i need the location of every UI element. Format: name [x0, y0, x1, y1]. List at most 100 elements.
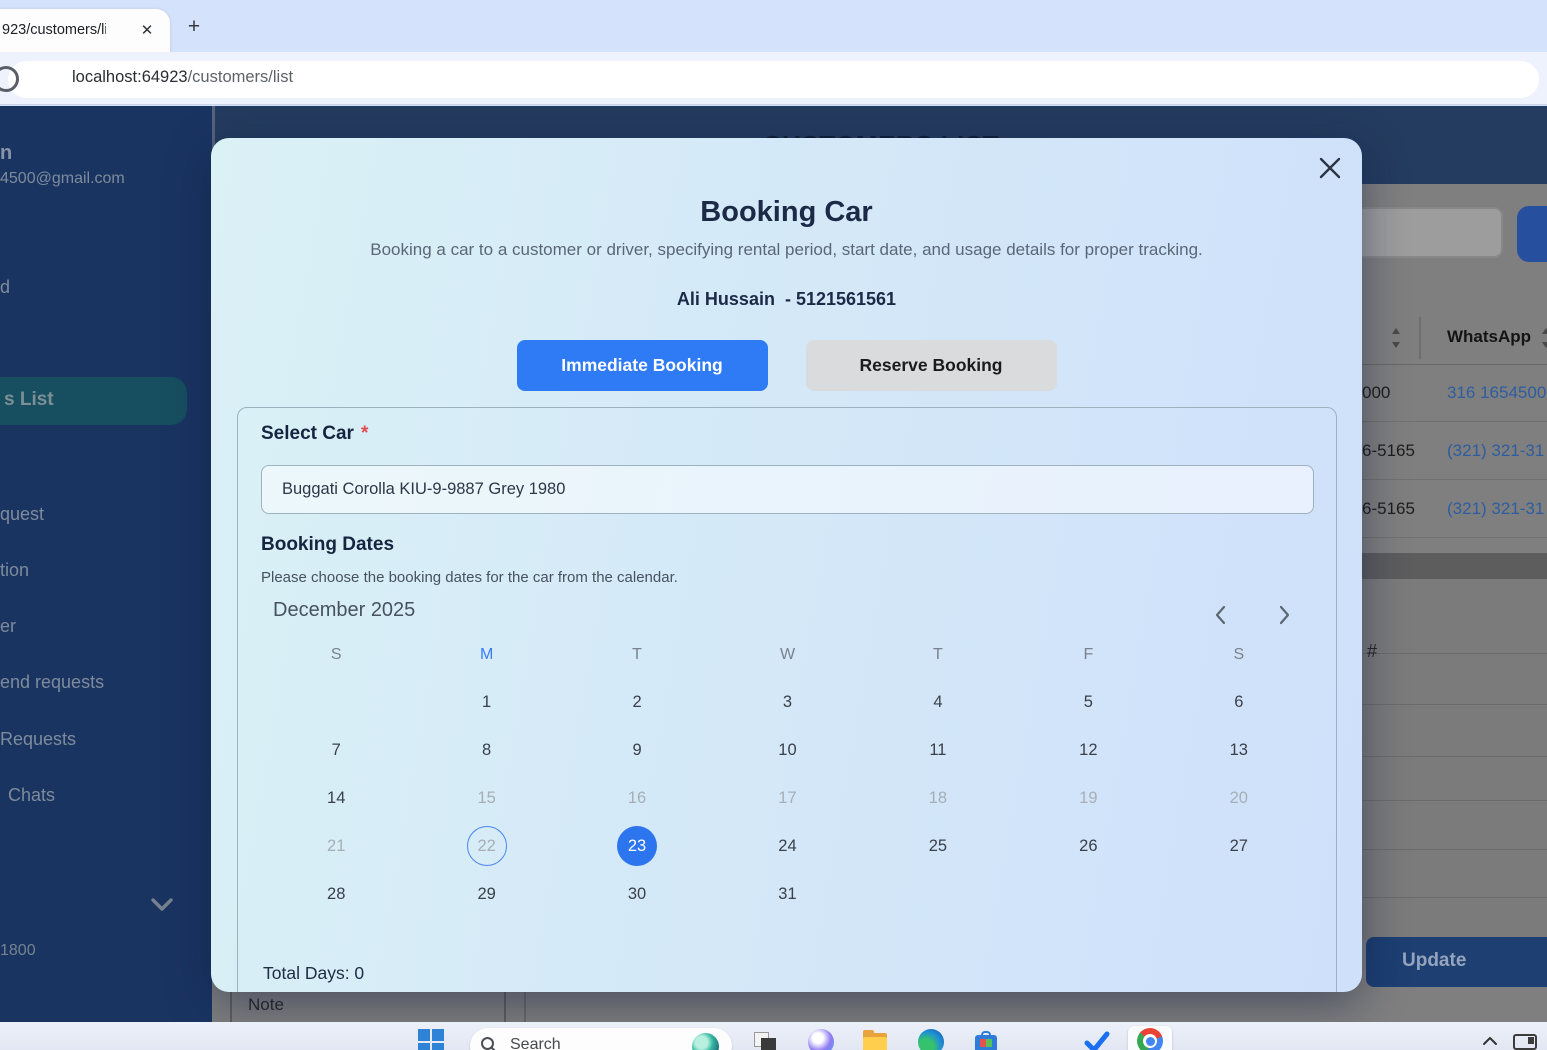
select-car-input[interactable]	[261, 465, 1314, 514]
calendar-day-6[interactable]: 6	[1219, 682, 1259, 722]
calendar-day-4[interactable]: 4	[918, 682, 958, 722]
calendar-day-30[interactable]: 30	[617, 874, 657, 914]
calendar-day-12[interactable]: 12	[1068, 730, 1108, 770]
phone-cell: 6-5165	[1362, 441, 1415, 461]
calendar-day-20[interactable]: 20	[1219, 778, 1259, 818]
calendar-day-2[interactable]: 2	[617, 682, 657, 722]
calendar-next-icon[interactable]	[1271, 602, 1297, 628]
url-path: /customers/list	[188, 68, 293, 86]
sidebar-item-send-requests[interactable]: end requests	[0, 672, 104, 693]
sidebar-item-chats[interactable]: Chats	[8, 785, 55, 806]
immediate-booking-button[interactable]: Immediate Booking	[517, 340, 768, 391]
sort-icon[interactable]	[1538, 326, 1547, 350]
calendar-day-28[interactable]: 28	[316, 874, 356, 914]
tab-close-icon[interactable]: ✕	[136, 20, 158, 42]
calendar-day-23[interactable]: 23	[617, 826, 657, 866]
calendar-weekday-row: SMTWTFS	[261, 646, 1314, 664]
calendar-day-11[interactable]: 11	[918, 730, 958, 770]
calendar-day-31[interactable]: 31	[767, 874, 807, 914]
whatsapp-column-header[interactable]: WhatsApp	[1447, 327, 1531, 347]
sidebar-item-requests[interactable]: Requests	[0, 729, 76, 750]
calendar-day-25[interactable]: 25	[918, 826, 958, 866]
calendar-day-3[interactable]: 3	[767, 682, 807, 722]
blue-check-app-icon[interactable]	[1084, 1029, 1110, 1050]
modal-title: Booking Car	[211, 196, 1362, 229]
sidebar-item-dashboard[interactable]: d	[0, 277, 10, 298]
whatsapp-link[interactable]: 316 1654500	[1447, 383, 1546, 403]
sidebar: n 4500@gmail.com d s List quest tion er …	[0, 106, 212, 1022]
calendar-day-18[interactable]: 18	[918, 778, 958, 818]
calendar-weekday: M	[480, 646, 493, 664]
tray-chevron-up-icon[interactable]	[1482, 1036, 1498, 1046]
note-label: Note	[248, 995, 284, 1015]
background-search-button[interactable]	[1517, 206, 1547, 262]
address-bar[interactable]: localhost:64923/customers/list	[8, 61, 1539, 98]
file-explorer-icon[interactable]	[862, 1029, 888, 1050]
reserve-booking-button[interactable]: Reserve Booking	[806, 340, 1057, 391]
copilot-icon[interactable]	[808, 1029, 834, 1050]
windows-start-icon[interactable]	[418, 1029, 444, 1050]
sidebar-item-request[interactable]: quest	[0, 504, 44, 525]
calendar-day-17[interactable]: 17	[767, 778, 807, 818]
chrome-active-icon[interactable]	[1137, 1028, 1163, 1050]
calendar-day-16[interactable]: 16	[617, 778, 657, 818]
calendar-day-1[interactable]: 1	[467, 682, 507, 722]
task-view-icon[interactable]	[752, 1029, 778, 1050]
form-divider	[524, 989, 526, 1022]
new-tab-button[interactable]: +	[182, 15, 206, 39]
calendar-empty-cell	[918, 874, 958, 914]
calendar-day-5[interactable]: 5	[1068, 682, 1108, 722]
calendar-day-10[interactable]: 10	[767, 730, 807, 770]
customer-line: Ali Hussain - 5121561561	[211, 289, 1362, 310]
modal-subtitle: Booking a car to a customer or driver, s…	[211, 240, 1362, 260]
calendar-day-8[interactable]: 8	[467, 730, 507, 770]
edge-icon[interactable]	[918, 1029, 944, 1050]
whatsapp-link[interactable]: (321) 321-31	[1447, 441, 1544, 461]
sort-icon[interactable]	[1388, 326, 1404, 350]
calendar-day-14[interactable]: 14	[316, 778, 356, 818]
taskbar-search[interactable]: Search	[470, 1028, 732, 1050]
sidebar-item-er[interactable]: er	[0, 616, 16, 637]
site-info-icon[interactable]	[0, 66, 19, 92]
booking-type-toggle: Immediate Booking Reserve Booking	[211, 340, 1362, 391]
url-host: localhost:64923	[72, 68, 188, 86]
calendar-day-9[interactable]: 9	[617, 730, 657, 770]
close-icon[interactable]	[1316, 154, 1344, 182]
search-highlights-icon	[692, 1033, 719, 1050]
sidebar-item-label: s List	[4, 389, 54, 411]
sidebar-item-section[interactable]: tion	[0, 560, 29, 581]
calendar-day-7[interactable]: 7	[316, 730, 356, 770]
calendar-weekday: F	[1083, 646, 1093, 664]
calendar-day-19[interactable]: 19	[1068, 778, 1108, 818]
microsoft-store-icon[interactable]	[973, 1029, 999, 1050]
screen: 923/customers/list ✕ + localhost:64923/c…	[0, 0, 1547, 1050]
phone-cell: 000	[1362, 383, 1390, 403]
active-app-background[interactable]	[1128, 1026, 1172, 1050]
calendar-day-24[interactable]: 24	[767, 826, 807, 866]
whatsapp-link[interactable]: (321) 321-31	[1447, 499, 1544, 519]
calendar-day-13[interactable]: 13	[1219, 730, 1259, 770]
tray-monitor-icon[interactable]	[1513, 1034, 1537, 1050]
calendar-day-21[interactable]: 21	[316, 826, 356, 866]
calendar-day-26[interactable]: 26	[1068, 826, 1108, 866]
calendar-weekday: S	[331, 646, 342, 664]
booking-dates-label: Booking Dates	[261, 534, 394, 556]
calendar-empty-cell	[1068, 874, 1108, 914]
calendar-day-27[interactable]: 27	[1219, 826, 1259, 866]
hash-column-header: #	[1367, 641, 1377, 662]
browser-toolbar: localhost:64923/customers/list	[0, 52, 1547, 105]
browser-tab[interactable]: 923/customers/list ✕	[0, 9, 170, 52]
sidebar-item-customers-list[interactable]: s List	[0, 377, 187, 425]
calendar-weekday: T	[933, 646, 943, 664]
calendar-day-29[interactable]: 29	[467, 874, 507, 914]
update-button[interactable]: Update	[1366, 937, 1547, 987]
calendar-day-15[interactable]: 15	[467, 778, 507, 818]
calendar-weekday: T	[632, 646, 642, 664]
search-placeholder: Search	[510, 1036, 561, 1050]
sidebar-collapse-chevron-icon[interactable]	[148, 896, 176, 914]
tab-title: 923/customers/list	[2, 22, 106, 38]
calendar-prev-icon[interactable]	[1208, 602, 1234, 628]
select-car-label: Select Car*	[261, 423, 368, 445]
required-asterisk: *	[361, 423, 368, 444]
calendar-day-22[interactable]: 22	[467, 826, 507, 866]
